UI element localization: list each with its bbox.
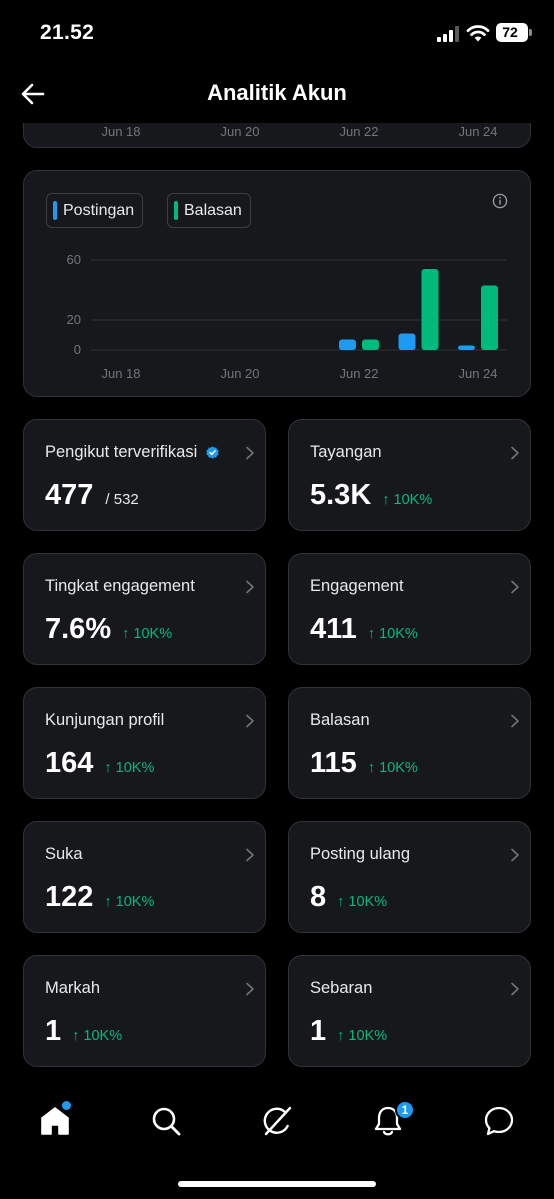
y-tick-label: 20 — [67, 312, 81, 327]
stat-card-reposts[interactable]: Posting ulang 8 ↑ 10K% — [288, 821, 531, 933]
chevron-right-icon — [246, 446, 254, 460]
y-tick-label: 0 — [74, 342, 81, 357]
stat-change: ↑ 10K% — [367, 626, 418, 642]
x-tick-label: Jun 22 — [339, 366, 378, 381]
stat-value: 477 — [45, 479, 94, 511]
home-unread-dot — [62, 1101, 71, 1110]
battery-level: 72 — [502, 24, 518, 40]
stat-value: 7.6% — [45, 613, 112, 645]
bar-balasan — [421, 269, 439, 350]
chevron-right-icon — [511, 982, 519, 996]
x-tick-label: Jun 24 — [458, 124, 498, 139]
stat-card-verified-followers[interactable]: Pengikut terverifikasi 477 / 532 — [23, 419, 266, 531]
bar-postingan — [339, 339, 356, 350]
verified-badge-icon — [206, 446, 219, 459]
stat-title: Engagement — [310, 577, 404, 595]
stat-title: Markah — [45, 979, 101, 997]
bar-chart: 0 20 60 Jun 18 Jun 20 Jun 22 Jun 24 — [67, 252, 507, 381]
x-tick-label: Jun 20 — [220, 366, 259, 381]
stat-card-engagement[interactable]: Engagement 411 ↑ 10K% — [288, 553, 531, 665]
stat-title: Sebaran — [310, 979, 373, 997]
stat-value: 122 — [45, 881, 94, 913]
stat-value: 115 — [310, 747, 357, 779]
chevron-right-icon — [511, 446, 519, 460]
stat-value-row: 411 ↑ 10K% — [310, 613, 418, 646]
cellular-signal-icon — [437, 26, 459, 42]
stat-title: Tayangan — [310, 443, 382, 461]
stat-value-row: 8 ↑ 10K% — [310, 881, 387, 914]
x-tick-label: Jun 24 — [458, 366, 497, 381]
stat-change: ↑ 10K% — [104, 760, 155, 776]
home-indicator — [178, 1181, 376, 1187]
posts-replies-chart-card: Postingan Balasan 0 20 60 Jun 18 Jun 20 Jun 2… — [23, 170, 531, 397]
bar-balasan — [481, 285, 498, 350]
previous-chart-card: Jun 18 Jun 20 Jun 22 Jun 24 — [23, 123, 531, 148]
stat-card-likes[interactable]: Suka 122 ↑ 10K% — [23, 821, 266, 933]
chevron-right-icon — [511, 580, 519, 594]
messages-icon[interactable] — [482, 1104, 516, 1138]
stat-value: 1 — [310, 1015, 327, 1047]
battery-nub — [529, 29, 532, 36]
stat-change: ↑ 10K% — [122, 626, 173, 642]
bar-postingan — [398, 333, 416, 350]
stat-total: / 532 — [105, 491, 139, 508]
stat-title: Posting ulang — [310, 845, 410, 863]
notification-count-badge: 1 — [395, 1100, 415, 1120]
y-tick-label: 60 — [67, 252, 81, 267]
analytics-screen: 21.52 72 Analitik Akun Jun 18 Jun 20 Jun… — [0, 0, 554, 1199]
bar-balasan — [362, 339, 379, 350]
stat-card-profile-visits[interactable]: Kunjungan profil 164 ↑ 10K% — [23, 687, 266, 799]
stat-value-row: 122 ↑ 10K% — [45, 881, 154, 914]
stat-change: ↑ 10K% — [337, 1028, 388, 1044]
search-icon[interactable] — [149, 1104, 183, 1138]
chevron-right-icon — [246, 848, 254, 862]
chevron-right-icon — [246, 982, 254, 996]
stat-change: ↑ 10K% — [367, 760, 418, 776]
stat-change: ↑ 10K% — [72, 1028, 123, 1044]
chevron-right-icon — [511, 714, 519, 728]
x-tick-label: Jun 20 — [220, 124, 260, 139]
stat-title: Balasan — [310, 711, 370, 729]
stat-change: ↑ 10K% — [104, 894, 155, 910]
stat-change: ↑ 10K% — [337, 894, 388, 910]
status-time: 21.52 — [40, 21, 95, 44]
battery-icon: 72 — [496, 23, 532, 42]
stat-card-impressions[interactable]: Tayangan 5.3K ↑ 10K% — [288, 419, 531, 531]
stat-card-bookmarks[interactable]: Markah 1 ↑ 10K% — [23, 955, 266, 1067]
page-title: Analitik Akun — [207, 80, 347, 105]
stat-title: Pengikut terverifikasi — [45, 443, 198, 461]
analytics-scroll-area[interactable]: Jun 18 Jun 20 Jun 22 Jun 24 Postingan Ba… — [0, 123, 554, 1078]
grok-icon[interactable] — [260, 1104, 294, 1138]
status-bar: 21.52 72 — [0, 0, 554, 66]
x-tick-label: Jun 18 — [101, 366, 140, 381]
chevron-right-icon — [246, 714, 254, 728]
stat-value-row: 164 ↑ 10K% — [45, 747, 154, 780]
stat-value: 1 — [45, 1015, 62, 1047]
stat-value-row: 5.3K ↑ 10K% — [310, 479, 432, 512]
x-tick-label: Jun 18 — [101, 124, 141, 139]
chevron-right-icon — [246, 580, 254, 594]
stat-value: 411 — [310, 613, 357, 645]
stat-title: Kunjungan profil — [45, 711, 165, 729]
stat-value: 5.3K — [310, 479, 372, 511]
stat-change: ↑ 10K% — [382, 492, 433, 508]
stat-title: Tingkat engagement — [45, 577, 195, 595]
stat-value-row: 1 ↑ 10K% — [45, 1015, 122, 1048]
wifi-icon — [466, 25, 490, 42]
stat-title-row: Pengikut terverifikasi — [45, 443, 220, 462]
stat-title: Suka — [45, 845, 83, 863]
stat-value: 8 — [310, 881, 327, 913]
stat-value: 164 — [45, 747, 94, 779]
stat-value-row: 477 / 532 — [45, 479, 139, 512]
battery-body: 72 — [496, 23, 528, 42]
stat-value-row: 7.6% ↑ 10K% — [45, 613, 172, 646]
stat-card-replies[interactable]: Balasan 115 ↑ 10K% — [288, 687, 531, 799]
bar-postingan — [458, 345, 475, 350]
chevron-right-icon — [511, 848, 519, 862]
stat-value-row: 115 ↑ 10K% — [310, 747, 418, 780]
stat-value-row: 1 ↑ 10K% — [310, 1015, 387, 1048]
x-tick-label: Jun 22 — [339, 124, 379, 139]
stat-card-engagement-rate[interactable]: Tingkat engagement 7.6% ↑ 10K% — [23, 553, 266, 665]
stat-card-shares[interactable]: Sebaran 1 ↑ 10K% — [288, 955, 531, 1067]
